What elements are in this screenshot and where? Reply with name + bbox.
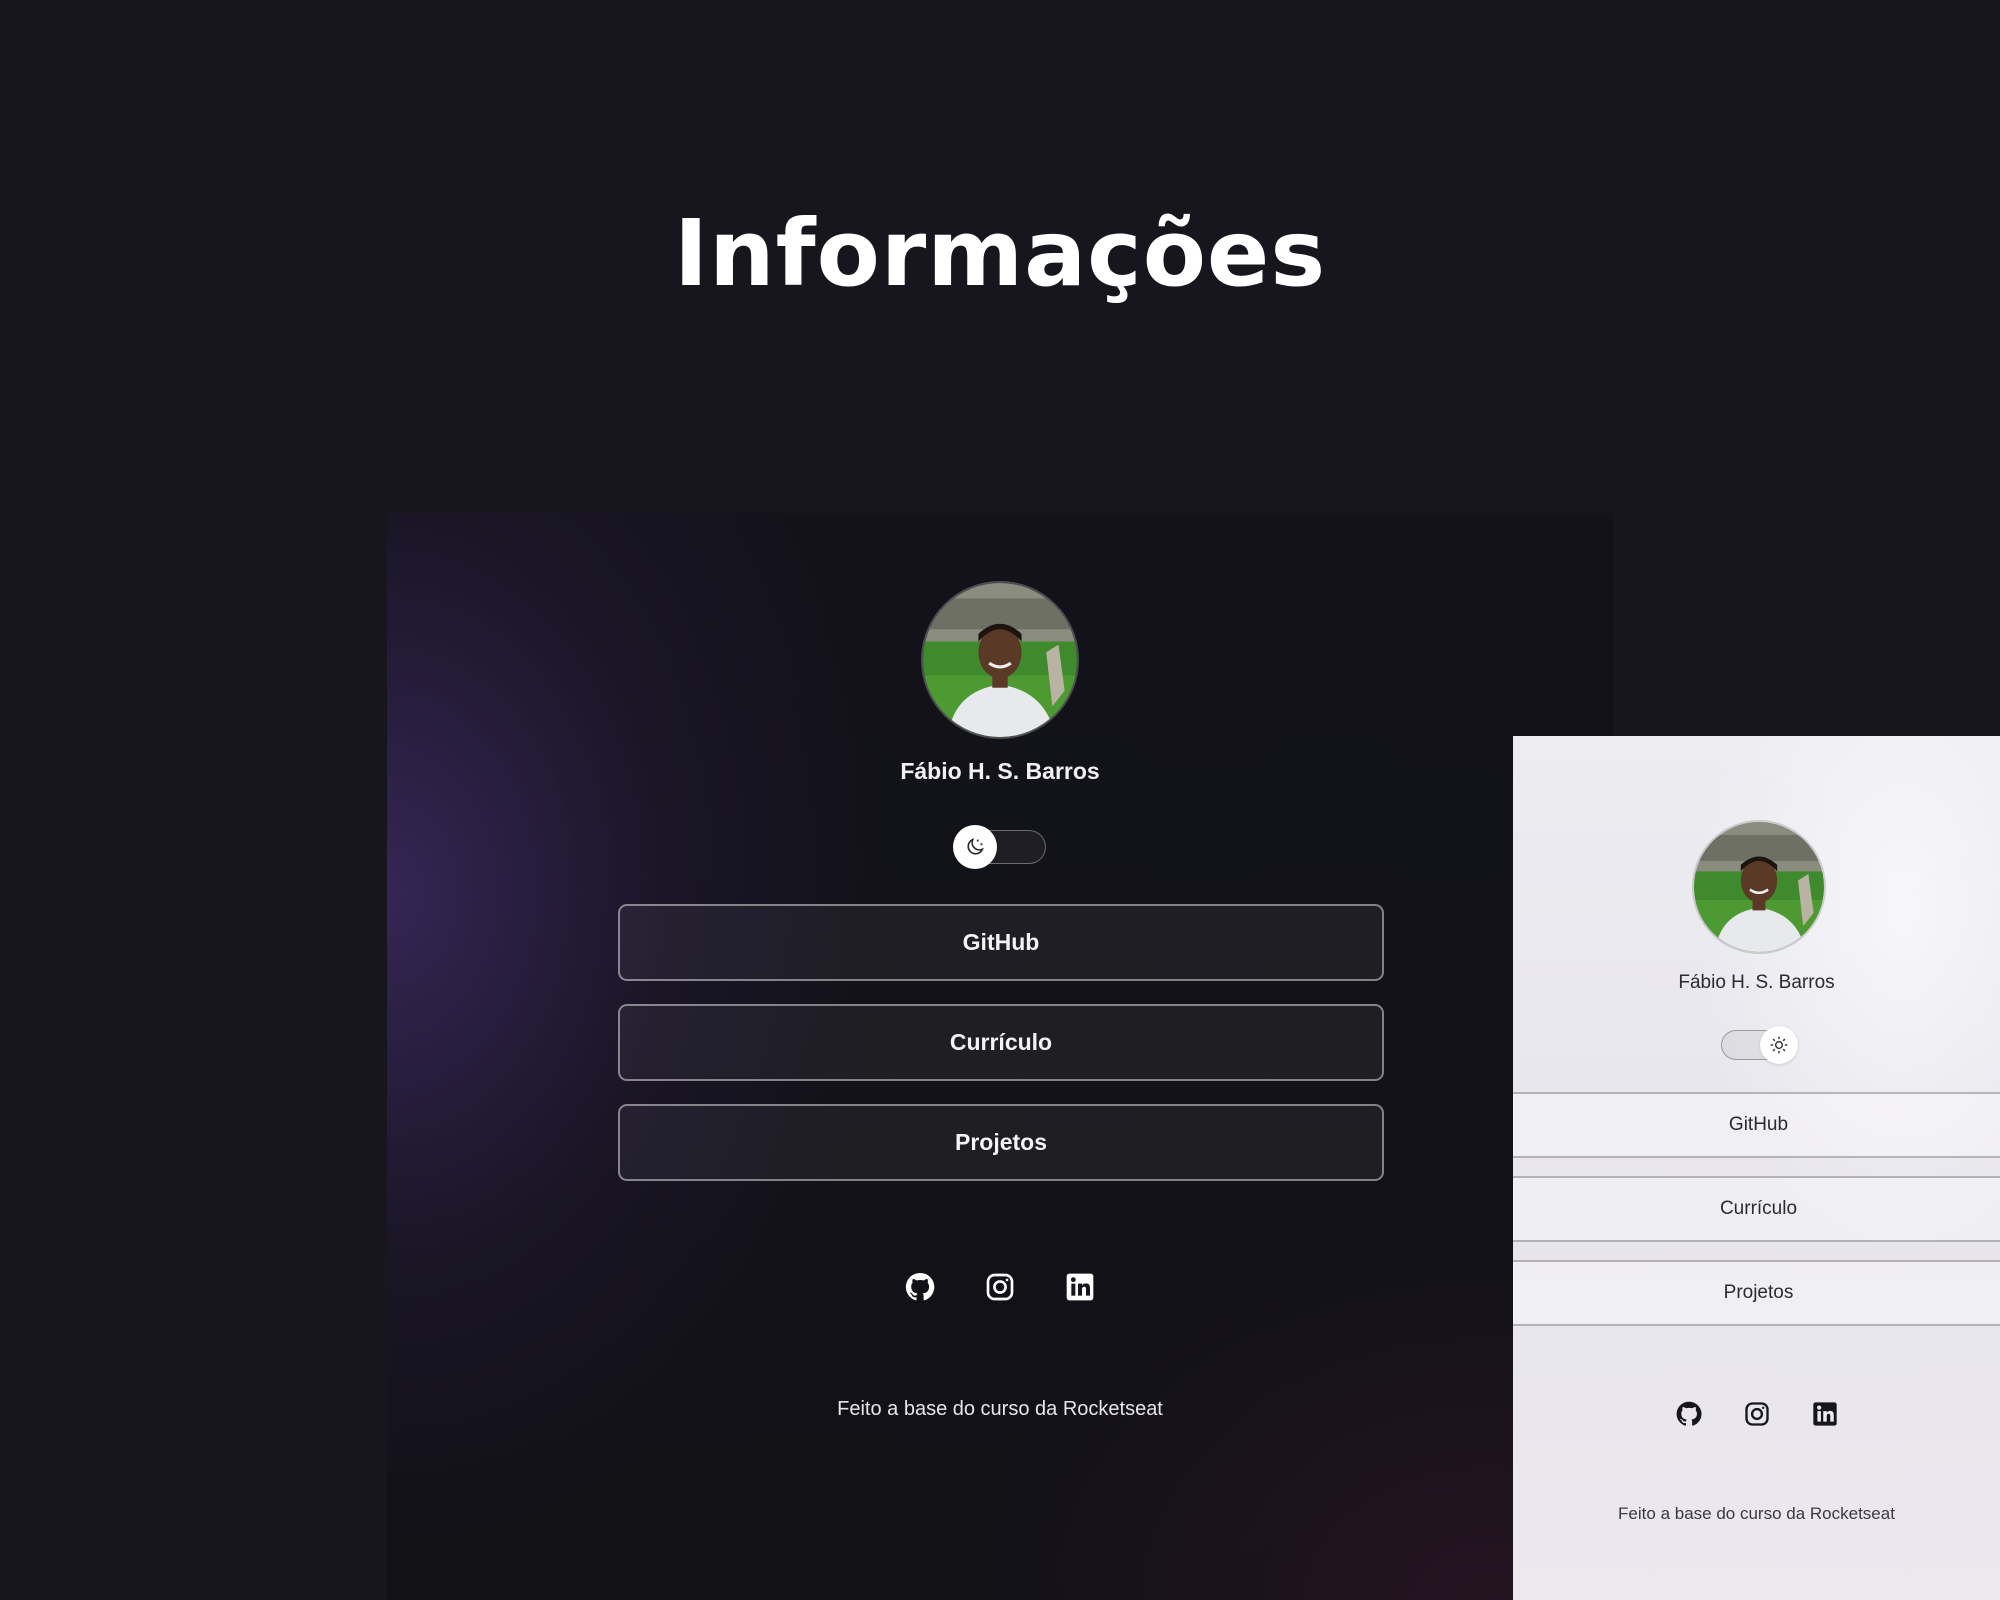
avatar	[1692, 820, 1826, 954]
projetos-button[interactable]: Projetos	[618, 1104, 1384, 1181]
github-icon[interactable]	[904, 1271, 936, 1303]
toggle-knob[interactable]	[1760, 1026, 1798, 1064]
linkedin-icon[interactable]	[1064, 1271, 1096, 1303]
theme-toggle[interactable]	[1721, 1026, 1798, 1064]
instagram-icon[interactable]	[984, 1271, 1016, 1303]
github-button[interactable]: GitHub	[1513, 1092, 2000, 1158]
instagram-icon[interactable]	[1743, 1400, 1771, 1428]
github-icon[interactable]	[1675, 1400, 1703, 1428]
profile-name: Fábio H. S. Barros	[900, 758, 1100, 784]
social-links	[387, 1271, 1613, 1303]
profile-name: Fábio H. S. Barros	[1678, 972, 1835, 993]
github-button[interactable]: GitHub	[618, 904, 1384, 981]
curriculo-button[interactable]: Currículo	[1513, 1176, 2000, 1242]
sun-icon	[1770, 1036, 1788, 1054]
moon-icon	[967, 838, 984, 855]
projetos-button[interactable]: Projetos	[1513, 1260, 2000, 1326]
dark-mode-preview: Fábio H. S. Barros GitHub Currículo Proj…	[387, 513, 1613, 1600]
footer-credit: Feito a base do curso da Rocketseat	[1618, 1504, 1895, 1523]
curriculo-button[interactable]: Currículo	[618, 1004, 1384, 1081]
social-links	[1513, 1400, 2000, 1428]
linkedin-icon[interactable]	[1811, 1400, 1839, 1428]
page-heading: Informações	[673, 200, 1327, 307]
toggle-knob[interactable]	[953, 825, 997, 869]
light-mode-preview: Fábio H. S. Barros GitHub Currículo Proj…	[1513, 736, 2000, 1600]
footer-credit: Feito a base do curso da Rocketseat	[837, 1398, 1163, 1420]
theme-toggle[interactable]	[953, 825, 1046, 869]
avatar	[921, 581, 1079, 739]
